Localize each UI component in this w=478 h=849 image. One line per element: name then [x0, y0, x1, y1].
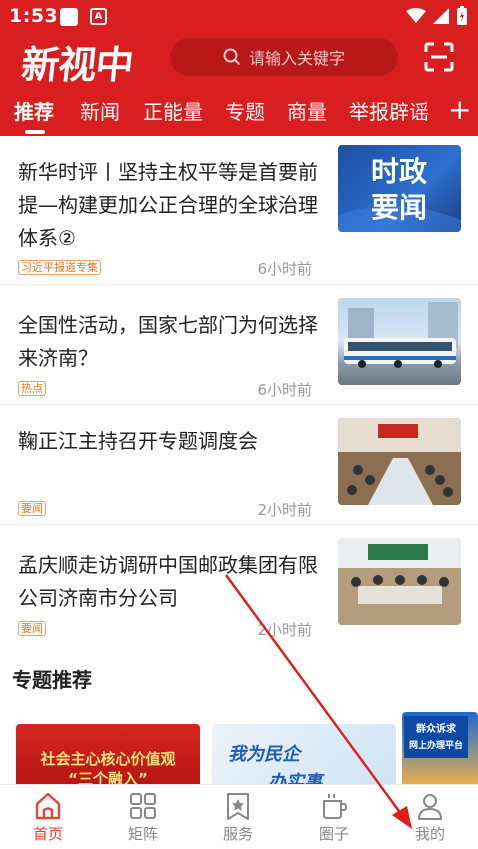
nav-mine[interactable]: 我的	[400, 791, 460, 844]
topic-card-banner: 我为民企 办实事	[228, 744, 325, 787]
scan-icon[interactable]	[424, 42, 454, 72]
nav-label: 服务	[222, 825, 253, 843]
section-title: 专题推荐	[12, 668, 92, 692]
news-tag: 要闻	[18, 501, 46, 516]
tab-discuss[interactable]: 商量	[287, 96, 327, 125]
news-item[interactable]: 孟庆顺走访调研中国邮政集团有限公司济南市分公司 要闻 2小时前	[0, 525, 478, 645]
news-title: 孟庆顺走访调研中国邮政集团有限公司济南市分公司	[18, 553, 318, 610]
app-notification-icon: A	[90, 8, 107, 25]
news-tag: 热点	[18, 381, 46, 396]
svg-text:网上办理平台: 网上办理平台	[409, 739, 463, 751]
topic-card-banner: 群众诉求 网上办理平台	[404, 716, 468, 758]
tab-report-rumor[interactable]: 举报辟谣	[349, 96, 429, 125]
svg-text:群众诉求: 群众诉求	[416, 722, 457, 735]
home-icon	[35, 792, 61, 820]
nav-label: 首页	[32, 825, 63, 843]
news-title: 全国性活动，国家七部门为何选择来济南？	[18, 313, 318, 370]
nav-circle[interactable]: 圈子	[304, 791, 364, 844]
news-time: 6小时前	[257, 381, 312, 399]
battery-icon	[457, 6, 467, 25]
status-bar: 1:53 A	[0, 0, 478, 32]
meeting-photo	[338, 418, 461, 505]
news-item[interactable]: 新华时评丨坚持主权平等是首要前提—构建更加公正合理的全球治理体系② 习近平报道专…	[0, 136, 478, 284]
bottom-navigation: 首页 矩阵 服务 圈子 我的	[0, 784, 478, 849]
category-tabs: 推荐 新闻 正能量 专题 商量 举报辟谣	[0, 92, 478, 132]
news-title: 鞠正江主持召开专题调度会	[18, 429, 258, 453]
search-bar[interactable]: 请输入关键字	[170, 38, 398, 76]
topic-card[interactable]: 社会主心核心价值观 “三个融入”	[16, 724, 200, 787]
news-time: 2小时前	[257, 501, 312, 519]
news-tag: 要闻	[18, 621, 46, 636]
meeting-photo	[338, 538, 461, 625]
add-tab-icon[interactable]: +	[448, 96, 471, 124]
cup-icon	[323, 794, 348, 819]
news-thumbnail: 时政 要闻	[338, 145, 461, 232]
topic-card[interactable]: 我为民企 办实事	[212, 724, 396, 787]
status-indicators	[406, 6, 468, 26]
wifi-icon	[406, 8, 426, 23]
search-placeholder: 请输入关键字	[248, 49, 345, 68]
app-screen: 1:53 A 新视中 请输入关键字 推荐 新闻 正能量 专题 商量 举报辟谣 +…	[0, 0, 478, 849]
svg-text:社会主心核心价值观: 社会主心核心价值观	[39, 750, 175, 768]
tab-topics[interactable]: 专题	[225, 96, 265, 125]
tab-positive-energy[interactable]: 正能量	[143, 96, 203, 125]
app-logo: 新视中	[19, 43, 135, 87]
tab-news[interactable]: 新闻	[80, 96, 120, 125]
topic-card-banner: 社会主心核心价值观 “三个融入”	[39, 750, 175, 787]
news-time: 6小时前	[257, 260, 312, 278]
news-item[interactable]: 鞠正江主持召开专题调度会 要闻 2小时前	[0, 405, 478, 524]
nav-service[interactable]: 服务	[208, 791, 268, 844]
news-thumbnail	[338, 538, 461, 625]
news-title: 新华时评丨坚持主权平等是首要前提—构建更加公正合理的全球治理体系②	[18, 160, 318, 250]
svg-text:我为民企: 我为民企	[228, 744, 303, 765]
status-time: 1:53	[9, 5, 59, 27]
news-time: 2小时前	[257, 621, 312, 639]
topic-card[interactable]: 群众诉求 网上办理平台	[402, 712, 478, 787]
nav-label: 圈子	[318, 825, 349, 843]
notification-icon	[60, 8, 78, 26]
star-bookmark-icon	[227, 793, 249, 820]
news-tag: 习近平报道专集	[18, 260, 101, 275]
topic-cards: 社会主心核心价值观 “三个融入” 我为民企 办实事 群众诉求 网上办理平台	[0, 712, 478, 787]
search-icon	[223, 48, 241, 66]
nav-matrix[interactable]: 矩阵	[113, 791, 173, 844]
bus-photo	[344, 302, 458, 368]
thumbnail-graphic: 时政 要闻	[338, 155, 461, 232]
nav-label: 我的	[414, 825, 445, 843]
user-icon	[418, 794, 442, 820]
news-thumbnail	[338, 298, 461, 385]
news-item[interactable]: 全国性活动，国家七部门为何选择来济南？ 热点 6小时前	[0, 285, 478, 404]
grid-icon	[130, 793, 156, 819]
news-thumbnail	[338, 418, 461, 505]
active-tab-indicator	[25, 130, 45, 134]
nav-home[interactable]: 首页	[18, 791, 78, 844]
thumb-text-line1: 时政	[371, 155, 427, 188]
nav-label: 矩阵	[127, 825, 158, 843]
header: 1:53 A 新视中 请输入关键字 推荐 新闻 正能量 专题 商量 举报辟谣 +	[0, 0, 478, 136]
signal-icon	[433, 8, 449, 24]
thumb-text-line2: 要闻	[371, 191, 427, 224]
tab-recommend[interactable]: 推荐	[14, 96, 54, 125]
